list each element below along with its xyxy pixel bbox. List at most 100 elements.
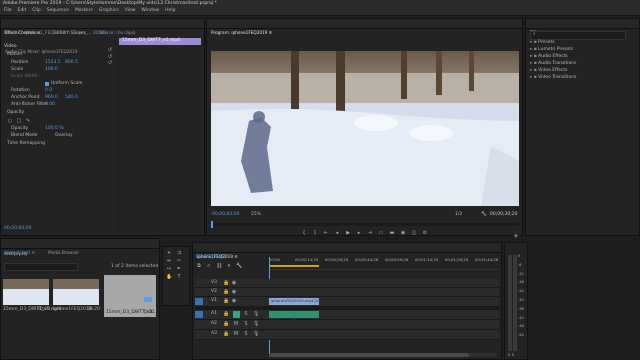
ellipse-mask-icon[interactable]: ○ bbox=[7, 118, 13, 124]
section-opacity[interactable]: Opacity bbox=[7, 110, 24, 116]
anchor-y-value[interactable]: 540.0 bbox=[65, 95, 78, 101]
extract-icon[interactable]: ▬ bbox=[389, 230, 395, 236]
menu-clip[interactable]: Clip bbox=[32, 9, 41, 14]
audio-meter-panel: 0 -6 -12 -18 -24 -30 -36 -42 -48 -54 S S bbox=[504, 242, 528, 360]
section-motion[interactable]: Motion bbox=[7, 52, 22, 58]
mark-out-icon[interactable]: } bbox=[312, 230, 318, 236]
play-icon[interactable]: ▶ bbox=[345, 230, 351, 236]
menu-window[interactable]: Window bbox=[141, 9, 159, 14]
lock-icon[interactable]: 🔒 bbox=[223, 331, 229, 337]
lock-icon[interactable]: 🔒 bbox=[223, 311, 229, 317]
timeline-ruler[interactable]: 00;00 00;00;14;29 00;00;29;29 00;00;44;2… bbox=[269, 255, 499, 270]
track-select-icon[interactable]: ⇉ bbox=[176, 250, 182, 256]
nest-icon[interactable]: ⧉ bbox=[196, 263, 202, 269]
lock-icon[interactable]: 🔒 bbox=[223, 289, 229, 295]
menu-view[interactable]: View bbox=[125, 9, 136, 14]
anchor-x-value[interactable]: 960.0 bbox=[45, 95, 58, 101]
mute-button[interactable] bbox=[233, 311, 240, 318]
menu-graphics[interactable]: Graphics bbox=[99, 9, 119, 14]
pen-mask-icon[interactable]: ✎ bbox=[25, 118, 31, 124]
reset-position-icon[interactable]: ↺ bbox=[107, 54, 113, 60]
source-patch-v1[interactable] bbox=[195, 298, 203, 305]
menu-edit[interactable]: Edit bbox=[18, 9, 27, 14]
selection-tool-icon[interactable]: ➤ bbox=[166, 250, 172, 256]
time-remapping[interactable]: Time Remapping bbox=[7, 141, 45, 147]
mute-icon[interactable]: M bbox=[233, 331, 239, 337]
uniform-scale-checkbox[interactable] bbox=[45, 82, 49, 86]
audio-clip[interactable] bbox=[268, 311, 320, 326]
microphone-icon[interactable]: 🎙 bbox=[253, 321, 259, 327]
opacity-value[interactable]: 100.0 % bbox=[45, 126, 64, 132]
timeline-timecode[interactable]: 00;00;00;00 bbox=[196, 255, 227, 260]
settings-icon[interactable]: ⚙ bbox=[422, 230, 428, 236]
program-zoom-select[interactable]: 25% bbox=[251, 212, 261, 218]
reset-motion-icon[interactable]: ↺ bbox=[107, 47, 113, 53]
camera-icon[interactable]: ◉ bbox=[400, 230, 406, 236]
solo-icon[interactable]: S bbox=[243, 331, 249, 337]
effects-item-video-transitions[interactable]: ▸ ▪ Video Transitions bbox=[530, 75, 577, 83]
mark-in-icon[interactable]: { bbox=[301, 230, 307, 236]
wrench-icon[interactable]: 🔧 bbox=[481, 212, 487, 218]
antiflicker-value[interactable]: 0.00 bbox=[45, 102, 55, 108]
solo-icon[interactable]: S bbox=[243, 311, 249, 317]
program-timecode[interactable]: 00;00;00;00 bbox=[212, 212, 239, 218]
go-to-out-icon[interactable]: ⇥ bbox=[367, 230, 373, 236]
go-to-in-icon[interactable]: ⇤ bbox=[323, 230, 329, 236]
hand-tool-icon[interactable]: ✋ bbox=[166, 274, 172, 280]
program-playhead[interactable] bbox=[211, 221, 213, 228]
rotation-value[interactable]: 0.0 bbox=[45, 88, 52, 94]
project-search-input[interactable] bbox=[4, 263, 78, 271]
position-x-value[interactable]: 1553.5 bbox=[45, 60, 61, 66]
wrench-settings-icon[interactable]: 🔧 bbox=[236, 263, 242, 269]
menu-help[interactable]: Help bbox=[165, 9, 175, 14]
snap-icon[interactable]: ∩ bbox=[206, 263, 212, 269]
video-clip[interactable]: iphone1FEQ2019.mp4 [V] bbox=[269, 298, 320, 305]
track-v1: V1 🔒 ◉ iphone1FEQ2019.mp4 [V] bbox=[195, 297, 499, 307]
tab-media-browser[interactable]: Media Browser bbox=[44, 248, 83, 257]
rectangle-mask-icon[interactable]: □ bbox=[16, 118, 22, 124]
step-back-icon[interactable]: ◂ bbox=[334, 230, 340, 236]
project-thumb-1[interactable] bbox=[3, 279, 49, 305]
effects-search-input[interactable]: ⌕ bbox=[530, 31, 626, 40]
lock-icon[interactable]: 🔒 bbox=[223, 298, 229, 304]
source-patch-a1[interactable] bbox=[195, 311, 203, 318]
add-marker-icon[interactable]: ▾ bbox=[226, 263, 232, 269]
menu-sequence[interactable]: Sequence bbox=[47, 9, 69, 14]
eye-icon[interactable]: ◉ bbox=[231, 289, 237, 295]
reset-scale-icon[interactable]: ↺ bbox=[107, 60, 113, 66]
lift-icon[interactable]: ▭ bbox=[378, 230, 384, 236]
timeline-scrollbar[interactable] bbox=[269, 353, 497, 357]
razor-tool-icon[interactable]: ✂ bbox=[176, 258, 182, 264]
eye-icon[interactable]: ◉ bbox=[231, 280, 237, 286]
linked-selection-icon[interactable]: ⛓ bbox=[216, 263, 222, 269]
microphone-icon[interactable]: 🎙 bbox=[253, 331, 259, 337]
tab-program[interactable]: Program: iphone1FEQ2019 ≡ bbox=[207, 28, 276, 37]
menu-markers[interactable]: Markers bbox=[75, 9, 93, 14]
lock-icon[interactable]: 🔒 bbox=[223, 321, 229, 327]
meter-solo-buttons[interactable]: S S bbox=[508, 353, 514, 357]
ripple-edit-icon[interactable]: ⇹ bbox=[166, 258, 172, 264]
mute-icon[interactable]: M bbox=[233, 321, 239, 327]
blend-mode-select[interactable]: Overlay bbox=[55, 133, 73, 139]
add-button-icon[interactable]: + bbox=[513, 233, 519, 240]
type-tool-icon[interactable]: T bbox=[176, 274, 182, 280]
program-scrubber[interactable] bbox=[211, 221, 519, 228]
solo-icon[interactable]: S bbox=[243, 321, 249, 327]
eye-icon[interactable]: ◉ bbox=[231, 298, 237, 304]
position-y-value[interactable]: 900.5 bbox=[65, 60, 78, 66]
microphone-icon[interactable]: 🎙 bbox=[253, 311, 259, 317]
clip-label-bar[interactable]: 15mm_D3_DWTT_v1.mp4 bbox=[119, 38, 201, 45]
scale-value[interactable]: 100.0 bbox=[45, 67, 58, 73]
work-area-bar[interactable] bbox=[269, 265, 319, 267]
compare-icon[interactable]: ◫ bbox=[411, 230, 417, 236]
step-forward-icon[interactable]: ▸ bbox=[356, 230, 362, 236]
lock-icon[interactable]: 🔒 bbox=[223, 280, 229, 286]
effect-controls-timecode[interactable]: 00;00;00;00 bbox=[4, 226, 31, 232]
slip-tool-icon[interactable]: ↔ bbox=[166, 266, 172, 272]
project-thumb-3-selected[interactable]: 15mm_D3_DWTT_v1... 0:00 bbox=[104, 275, 157, 317]
timeline-scroll-thumb[interactable] bbox=[269, 353, 469, 357]
program-resolution-select[interactable]: 1/2 bbox=[455, 212, 462, 218]
project-thumb-2[interactable] bbox=[53, 279, 99, 305]
menu-file[interactable]: File bbox=[4, 9, 12, 14]
pen-tool-icon[interactable]: ✒ bbox=[176, 266, 182, 272]
